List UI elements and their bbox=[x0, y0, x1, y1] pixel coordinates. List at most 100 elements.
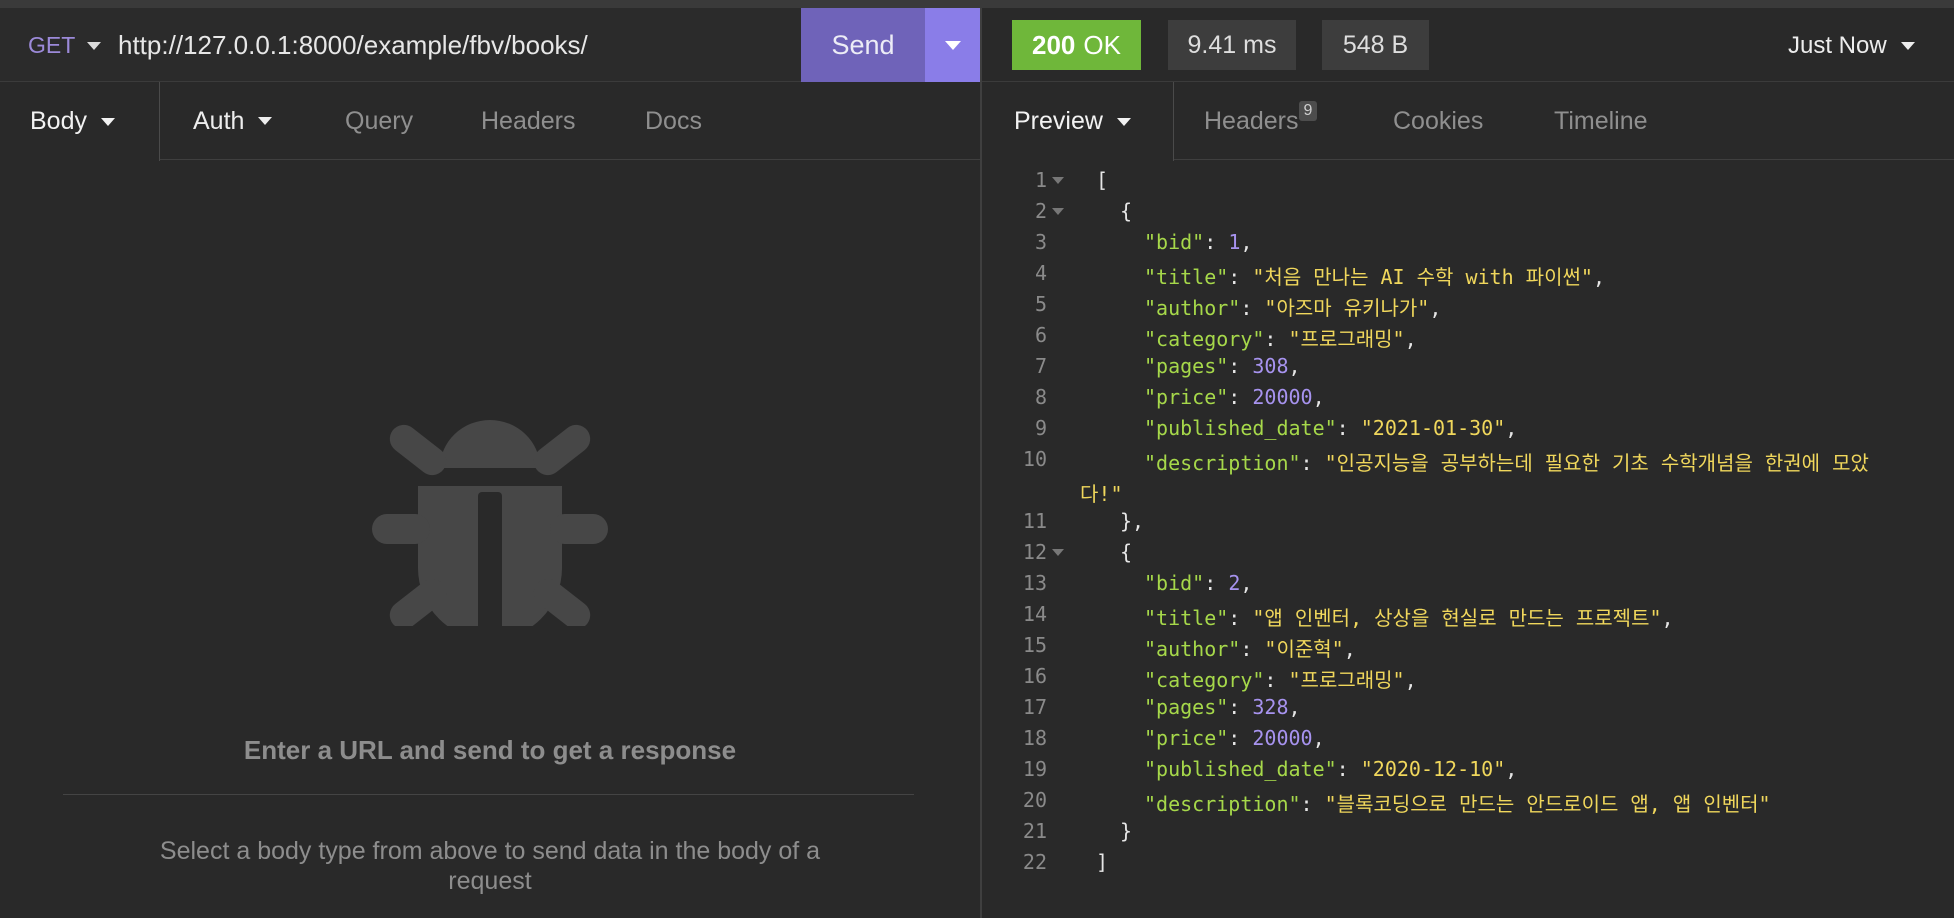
tab-headers[interactable]: Headers bbox=[481, 82, 576, 160]
line-number: 10 bbox=[1022, 447, 1047, 471]
json-punct: , bbox=[1505, 416, 1518, 440]
json-punct: , bbox=[1404, 327, 1417, 351]
response-time-badge: 9.41 ms bbox=[1168, 20, 1296, 70]
tab-cookies[interactable]: Cookies bbox=[1393, 82, 1483, 160]
code-text: "title": "앱 인벤터, 상상을 현실로 만드는 프로젝트", bbox=[1144, 602, 1674, 631]
chevron-down-icon bbox=[1116, 117, 1131, 126]
json-punct: , bbox=[1240, 571, 1253, 595]
json-key: "price" bbox=[1144, 385, 1229, 409]
json-key: "category" bbox=[1144, 327, 1265, 351]
code-line: 6 "category": "프로그래밍", bbox=[982, 323, 1954, 354]
code-line: 14 "title": "앱 인벤터, 상상을 현실로 만드는 프로젝트", bbox=[982, 602, 1954, 633]
tab-timeline[interactable]: Timeline bbox=[1554, 82, 1648, 160]
json-number: 328 bbox=[1252, 695, 1289, 719]
json-punct: { bbox=[1120, 540, 1133, 564]
json-punct: , bbox=[1404, 668, 1417, 692]
json-punct: , bbox=[1429, 296, 1442, 320]
json-punct: : bbox=[1204, 230, 1229, 254]
json-number: 2 bbox=[1228, 571, 1241, 595]
url-bar: GET http://127.0.0.1:8000/example/fbv/bo… bbox=[0, 8, 980, 82]
send-options-button[interactable] bbox=[925, 8, 980, 82]
json-punct: : bbox=[1240, 296, 1265, 320]
code-text: [ bbox=[1096, 168, 1108, 192]
response-body-viewer[interactable]: 1[2{3 "bid": 1, 4 "title": "처음 만나는 AI 수학 wi… bbox=[982, 168, 1954, 918]
code-line: 다!" bbox=[982, 478, 1954, 509]
line-number: 4 bbox=[1034, 261, 1047, 285]
line-number: 22 bbox=[1022, 850, 1047, 874]
json-key: "description" bbox=[1144, 451, 1301, 475]
line-number: 20 bbox=[1022, 788, 1047, 812]
method-label: GET bbox=[28, 32, 76, 58]
json-number: 20000 bbox=[1252, 726, 1313, 750]
json-key: "published_date" bbox=[1144, 416, 1337, 440]
code-text: "category": "프로그래밍", bbox=[1144, 664, 1417, 693]
code-line: 12 { bbox=[982, 540, 1954, 571]
json-punct: : bbox=[1228, 726, 1253, 750]
tab-body[interactable]: Body bbox=[0, 82, 160, 161]
code-text: "pages": 308, bbox=[1144, 354, 1301, 378]
chevron-down-icon bbox=[1900, 42, 1915, 50]
json-punct: [ bbox=[1096, 168, 1109, 192]
json-punct: : bbox=[1228, 354, 1253, 378]
method-select[interactable]: GET bbox=[28, 32, 102, 59]
send-button[interactable]: Send bbox=[801, 8, 925, 82]
chevron-down-icon bbox=[258, 117, 273, 125]
json-key: "bid" bbox=[1144, 230, 1205, 254]
chevron-down-icon bbox=[100, 117, 115, 126]
code-text: "category": "프로그래밍", bbox=[1144, 323, 1417, 352]
code-line: 13 "bid": 2, bbox=[982, 571, 1954, 602]
json-key: "description" bbox=[1144, 792, 1301, 816]
code-line: 20 "description": "블록코딩으로 만드는 안드로이드 앱, 앱 … bbox=[982, 788, 1954, 819]
tab-auth[interactable]: Auth bbox=[193, 82, 273, 160]
json-string: "앱 인벤터, 상상을 현실로 만드는 프로젝트" bbox=[1252, 606, 1662, 630]
response-pane: 200 OK 9.41 ms 548 B Just Now Preview He… bbox=[982, 8, 1954, 918]
line-number: 2 bbox=[1034, 199, 1047, 223]
history-dropdown[interactable]: Just Now bbox=[1788, 32, 1915, 60]
code-text: "author": "이준혁", bbox=[1144, 633, 1356, 662]
tab-docs[interactable]: Docs bbox=[645, 82, 702, 160]
request-tabs: Body Auth Query Headers Docs bbox=[0, 82, 980, 161]
json-punct: , bbox=[1288, 695, 1301, 719]
json-punct: , bbox=[1240, 230, 1253, 254]
json-punct: : bbox=[1228, 606, 1253, 630]
tab-body-label: Body bbox=[30, 107, 87, 135]
line-number: 16 bbox=[1022, 664, 1047, 688]
json-punct: , bbox=[1505, 757, 1518, 781]
fold-toggle-icon[interactable] bbox=[1052, 549, 1064, 556]
json-punct: , bbox=[1343, 637, 1356, 661]
json-string: 다!" bbox=[1080, 482, 1123, 506]
fold-toggle-icon[interactable] bbox=[1052, 208, 1064, 215]
json-key: "published_date" bbox=[1144, 757, 1337, 781]
line-number: 9 bbox=[1034, 416, 1047, 440]
code-text: ] bbox=[1096, 850, 1108, 874]
line-number: 19 bbox=[1022, 757, 1047, 781]
json-key: "pages" bbox=[1144, 354, 1229, 378]
fold-toggle-icon[interactable] bbox=[1052, 177, 1064, 184]
tab-preview[interactable]: Preview bbox=[982, 82, 1174, 161]
json-string: "2020-12-10" bbox=[1360, 757, 1506, 781]
chevron-down-icon bbox=[944, 40, 961, 50]
code-text: "published_date": "2020-12-10", bbox=[1144, 757, 1517, 781]
json-key: "author" bbox=[1144, 637, 1241, 661]
json-key: "author" bbox=[1144, 296, 1241, 320]
tab-query[interactable]: Query bbox=[345, 82, 413, 160]
code-text: "pages": 328, bbox=[1144, 695, 1301, 719]
json-punct: : bbox=[1336, 757, 1361, 781]
url-input[interactable]: http://127.0.0.1:8000/example/fbv/books/ bbox=[118, 30, 588, 61]
json-key: "bid" bbox=[1144, 571, 1205, 595]
line-number: 17 bbox=[1022, 695, 1047, 719]
code-text: { bbox=[1120, 199, 1132, 223]
json-punct: , bbox=[1661, 606, 1674, 630]
tab-response-headers[interactable]: Headers 9 bbox=[1204, 82, 1331, 160]
json-punct: { bbox=[1120, 199, 1133, 223]
response-meta-bar: 200 OK 9.41 ms 548 B Just Now bbox=[982, 8, 1954, 82]
json-key: "title" bbox=[1144, 606, 1229, 630]
json-string: "블록코딩으로 만드는 안드로이드 앱, 앱 인벤터" bbox=[1324, 792, 1771, 816]
code-text: { bbox=[1120, 540, 1132, 564]
code-text: } bbox=[1120, 819, 1132, 843]
code-line: 15 "author": "이준혁", bbox=[982, 633, 1954, 664]
tab-response-headers-label: Headers bbox=[1204, 106, 1299, 135]
json-punct: : bbox=[1300, 792, 1325, 816]
json-punct: } bbox=[1120, 819, 1133, 843]
code-line: 3 "bid": 1, bbox=[982, 230, 1954, 261]
